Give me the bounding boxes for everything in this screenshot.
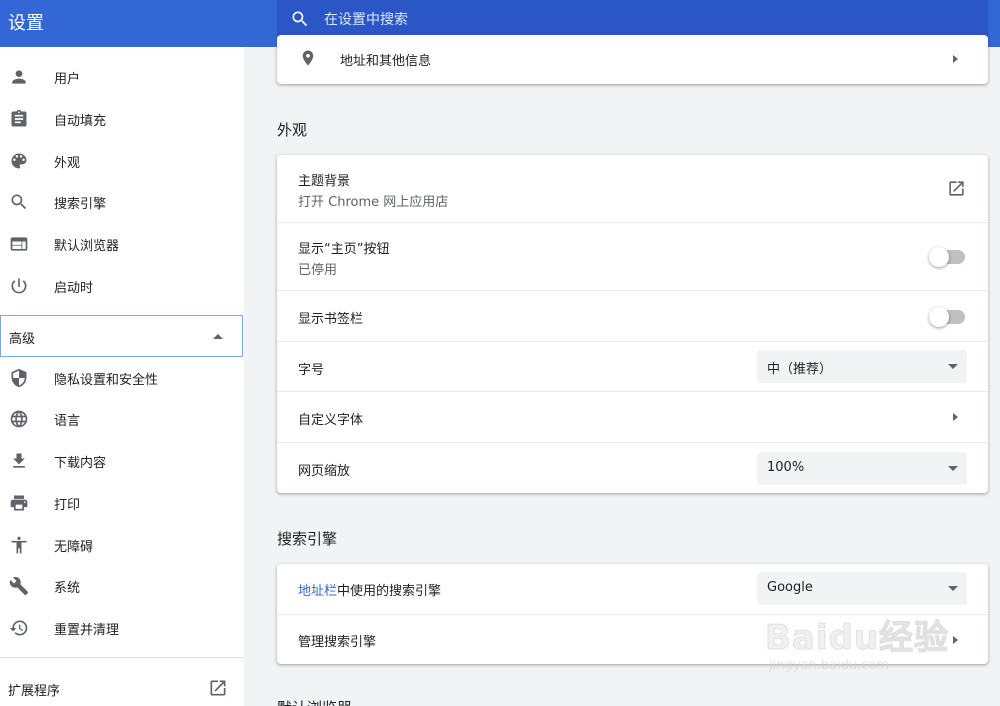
sidebar-item-label: 系统 <box>54 580 81 596</box>
sidebar-item-default-browser[interactable]: 默认浏览器 <box>0 224 244 264</box>
watermark-subtext: jingyan.baidu.com <box>769 658 889 673</box>
chevron-down-icon <box>948 586 958 591</box>
sidebar-item-label: 扩展程序 <box>8 684 61 699</box>
sidebar-item-label: 自动填充 <box>54 113 107 129</box>
search-engine-value: Google <box>767 580 813 595</box>
sidebar-item-label: 用户 <box>54 71 81 87</box>
person-icon <box>8 66 30 88</box>
autofill-card: 地址和其他信息 <box>277 35 988 84</box>
chevron-up-icon <box>213 334 223 339</box>
advanced-toggle[interactable]: 高级 <box>0 315 243 357</box>
custom-fonts-row[interactable]: 自定义字体 <box>277 391 988 442</box>
addresses-row[interactable]: 地址和其他信息 <box>277 35 988 84</box>
sidebar-item-appearance[interactable]: 外观 <box>0 141 244 181</box>
page-zoom-label: 网页缩放 <box>298 464 351 479</box>
sidebar-item-label: 重置并清理 <box>54 622 120 638</box>
search-box[interactable] <box>277 0 988 39</box>
sidebar-divider <box>0 657 244 658</box>
search-engine-label: 地址栏中使用的搜索引擎 <box>298 580 441 599</box>
location-pin-icon <box>302 50 314 66</box>
sidebar-item-printing[interactable]: 打印 <box>0 483 244 523</box>
home-button-sublabel: 已停用 <box>298 263 338 278</box>
search-engine-section-title: 搜索引擎 <box>277 530 338 548</box>
clipboard-icon <box>8 108 30 130</box>
appearance-section-title: 外观 <box>277 121 308 139</box>
chevron-right-icon <box>953 55 958 63</box>
browser-icon <box>8 233 30 255</box>
chevron-down-icon <box>948 364 958 369</box>
theme-label: 主题背景 <box>298 174 351 189</box>
search-icon <box>292 11 308 27</box>
addresses-label: 地址和其他信息 <box>340 54 432 69</box>
toggle-knob <box>929 307 949 327</box>
toggle-knob <box>929 247 949 267</box>
home-button-toggle[interactable] <box>929 247 965 267</box>
sidebar-item-accessibility[interactable]: 无障碍 <box>0 525 244 565</box>
power-icon <box>8 275 30 297</box>
baidu-watermark: Baidu经验 jingyan.baidu.com <box>764 598 965 688</box>
palette-icon <box>8 150 30 172</box>
search-icon <box>8 191 30 213</box>
home-button-row[interactable]: 显示“主页”按钮 已停用 <box>277 222 988 290</box>
sidebar-item-extensions[interactable]: 扩展程序 <box>0 668 244 706</box>
chevron-right-icon <box>953 413 958 421</box>
sidebar-item-people[interactable]: 用户 <box>0 57 244 97</box>
download-icon <box>8 450 30 472</box>
sidebar-item-system[interactable]: 系统 <box>0 566 244 606</box>
print-icon <box>8 492 30 514</box>
bookmarks-bar-label: 显示书签栏 <box>298 312 364 327</box>
sidebar-item-downloads[interactable]: 下载内容 <box>0 441 244 481</box>
sidebar-item-autofill[interactable]: 自动填充 <box>0 99 244 139</box>
page-zoom-value: 100% <box>767 460 805 475</box>
sidebar-item-label: 语言 <box>54 413 81 429</box>
wrench-icon <box>8 575 30 597</box>
bookmarks-bar-row[interactable]: 显示书签栏 <box>277 290 988 341</box>
home-button-label: 显示“主页”按钮 <box>298 242 390 257</box>
sidebar-item-languages[interactable]: 语言 <box>0 399 244 439</box>
search-engine-label-rest: 中使用的搜索引擎 <box>337 584 442 599</box>
address-bar-link[interactable]: 地址栏 <box>298 584 337 599</box>
sidebar: 用户 自动填充 外观 搜索引擎 默认浏览器 启动时 高级 隐私设置和安全性 语言… <box>0 47 244 706</box>
shield-icon <box>8 367 30 389</box>
default-browser-section-title: 默认浏览器 <box>277 697 352 706</box>
sidebar-item-reset[interactable]: 重置并清理 <box>0 608 244 648</box>
bookmarks-bar-toggle[interactable] <box>929 307 965 327</box>
accessibility-icon <box>8 534 30 556</box>
sidebar-item-label: 打印 <box>54 497 81 513</box>
watermark-text: Baidu经验 <box>764 618 950 659</box>
history-icon <box>8 617 30 639</box>
globe-icon <box>8 408 30 430</box>
chevron-down-icon <box>948 466 958 471</box>
sidebar-item-label: 无障碍 <box>54 539 94 555</box>
open-in-new-icon <box>210 680 226 696</box>
font-size-select[interactable]: 中（推荐） <box>757 350 967 383</box>
sidebar-item-search-engine[interactable]: 搜索引擎 <box>0 182 244 222</box>
page-zoom-row: 网页缩放 100% <box>277 442 988 493</box>
sidebar-item-label: 外观 <box>54 155 81 171</box>
page-zoom-select[interactable]: 100% <box>757 452 967 485</box>
sidebar-item-label: 隐私设置和安全性 <box>54 372 159 388</box>
sidebar-item-label: 启动时 <box>54 280 94 296</box>
font-size-value: 中（推荐） <box>767 362 833 377</box>
custom-fonts-label: 自定义字体 <box>298 413 364 428</box>
open-in-new-icon[interactable] <box>947 179 966 198</box>
theme-sublabel: 打开 Chrome 网上应用店 <box>298 195 449 210</box>
search-input[interactable] <box>324 0 924 39</box>
sidebar-item-privacy[interactable]: 隐私设置和安全性 <box>0 358 244 398</box>
theme-row[interactable]: 主题背景 打开 Chrome 网上应用店 <box>277 155 988 222</box>
manage-search-engines-label: 管理搜索引擎 <box>298 635 377 650</box>
font-size-label: 字号 <box>298 363 325 378</box>
sidebar-item-label: 默认浏览器 <box>54 238 120 254</box>
sidebar-item-label: 搜索引擎 <box>54 196 107 212</box>
advanced-label: 高级 <box>9 332 36 347</box>
appearance-card: 主题背景 打开 Chrome 网上应用店 显示“主页”按钮 已停用 显示书签栏 … <box>277 155 988 493</box>
sidebar-item-on-startup[interactable]: 启动时 <box>0 266 244 306</box>
page-title: 设置 <box>8 13 44 34</box>
font-size-row: 字号 中（推荐） <box>277 341 988 391</box>
sidebar-item-label: 下载内容 <box>54 455 107 471</box>
